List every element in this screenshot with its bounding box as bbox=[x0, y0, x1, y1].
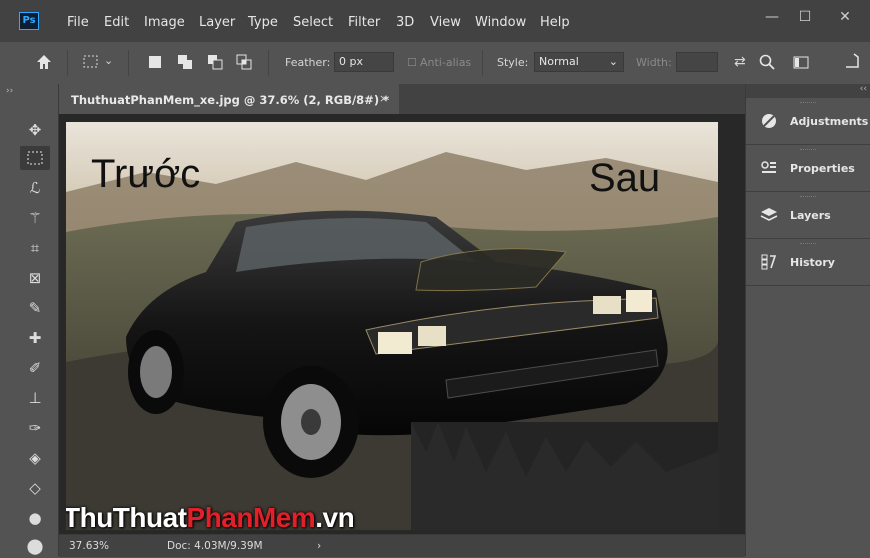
new-selection-icon[interactable] bbox=[146, 53, 164, 71]
options-bar: ⌄ Feather: 0 px ☐ Anti-alias Style: Norm… bbox=[0, 42, 870, 85]
panel-layers[interactable]: Layers bbox=[746, 192, 870, 239]
move-tool-icon[interactable]: ✥ bbox=[20, 118, 50, 142]
intersect-selection-icon[interactable] bbox=[235, 53, 253, 71]
eyedropper-tool-icon[interactable]: ✎ bbox=[20, 296, 50, 320]
expand-icon[interactable]: ›› bbox=[6, 86, 13, 96]
status-bar: 37.63% Doc: 4.03M/9.39M › bbox=[59, 534, 745, 557]
document-tab-strip: ThuthuatPhanMem_xe.jpg @ 37.6% (2, RGB/8… bbox=[59, 84, 745, 114]
style-select-value: Normal bbox=[539, 55, 579, 68]
adjustments-icon bbox=[762, 114, 776, 128]
swap-icon[interactable]: ⇄ bbox=[734, 54, 746, 70]
style-select[interactable]: Normal ⌄ bbox=[534, 52, 624, 72]
doc-size: Doc: 4.03M/9.39M bbox=[167, 540, 263, 552]
menu-select[interactable]: Select bbox=[293, 15, 333, 30]
tools-panel: ›› ✥ ℒ ⚚ ⌗ ⊠ ✎ ✚ ✐ ⊥ ✑ ◈ ◇ ● ⬤ bbox=[0, 84, 59, 556]
paint-bucket-tool-icon[interactable]: ◇ bbox=[20, 476, 50, 500]
document-image[interactable]: Trước Sau ThuThuatPhanMem.vn bbox=[66, 122, 718, 530]
grip bbox=[800, 243, 816, 246]
separator bbox=[482, 50, 483, 76]
share-icon[interactable] bbox=[843, 53, 861, 71]
history-icon bbox=[761, 254, 777, 270]
style-label: Style: bbox=[497, 56, 529, 69]
before-label: Trước bbox=[91, 152, 201, 196]
watermark: ThuThuatPhanMem.vn bbox=[66, 502, 355, 530]
antialias-label: Anti-alias bbox=[420, 56, 472, 69]
marquee-preset-icon[interactable] bbox=[82, 53, 100, 71]
brush-tool-icon[interactable]: ✐ bbox=[20, 356, 50, 380]
menu-file[interactable]: File bbox=[67, 15, 89, 30]
panel-adjustments[interactable]: Adjustments bbox=[746, 98, 870, 145]
menu-image[interactable]: Image bbox=[144, 15, 185, 30]
panel-dock: ‹‹ Adjustments Properties Layers History bbox=[745, 84, 870, 556]
panel-label: Properties bbox=[790, 162, 855, 175]
chevron-down-icon[interactable]: ⌄ bbox=[104, 54, 113, 67]
magic-wand-tool-icon[interactable]: ⚚ bbox=[20, 206, 50, 230]
panel-history[interactable]: History bbox=[746, 239, 870, 286]
layers-icon bbox=[760, 208, 778, 221]
width-input[interactable] bbox=[676, 52, 718, 72]
antialias-checkbox[interactable]: ☐ bbox=[407, 56, 417, 69]
zoom-level[interactable]: 37.63% bbox=[69, 540, 109, 552]
dodge-tool-icon[interactable]: ⬤ bbox=[20, 534, 50, 558]
menu-3d[interactable]: 3D bbox=[396, 15, 414, 30]
width-label: Width: bbox=[636, 56, 672, 69]
home-icon[interactable] bbox=[35, 53, 53, 71]
search-icon[interactable] bbox=[758, 53, 776, 71]
separator bbox=[67, 50, 68, 76]
workspace-icon[interactable] bbox=[792, 53, 810, 71]
menu-layer[interactable]: Layer bbox=[199, 15, 235, 30]
properties-icon bbox=[761, 161, 776, 173]
after-label: Sau bbox=[589, 156, 661, 200]
watermark-part: PhanMem bbox=[186, 502, 316, 530]
crop-tool-icon[interactable]: ⌗ bbox=[20, 236, 50, 260]
blur-tool-icon[interactable]: ● bbox=[20, 506, 50, 530]
menu-filter[interactable]: Filter bbox=[348, 15, 380, 30]
watermark-part: ThuThuat bbox=[66, 502, 187, 530]
dock-header[interactable]: ‹‹ bbox=[746, 84, 870, 98]
frame-tool-icon[interactable]: ⊠ bbox=[20, 266, 50, 290]
history-brush-tool-icon[interactable]: ✑ bbox=[20, 416, 50, 440]
app-logo: Ps bbox=[19, 12, 39, 30]
menu-bar: Ps File Edit Image Layer Type Select Fil… bbox=[0, 0, 870, 42]
grip bbox=[800, 149, 816, 152]
subtract-selection-icon[interactable] bbox=[206, 53, 224, 71]
grip bbox=[800, 102, 816, 105]
eraser-tool-icon[interactable]: ◈ bbox=[20, 446, 50, 470]
chevron-down-icon: ⌄ bbox=[608, 55, 618, 68]
minimize-button[interactable]: — bbox=[757, 6, 787, 28]
restore-button[interactable]: ☐ bbox=[790, 6, 820, 28]
watermark-part: .vn bbox=[315, 502, 355, 530]
add-selection-icon[interactable] bbox=[176, 53, 194, 71]
menu-view[interactable]: View bbox=[430, 15, 461, 30]
status-menu-arrow[interactable]: › bbox=[317, 540, 321, 552]
panel-properties[interactable]: Properties bbox=[746, 145, 870, 192]
document-tab-title: ThuthuatPhanMem_xe.jpg @ 37.6% (2, RGB/8… bbox=[71, 93, 390, 107]
collapse-icon[interactable]: ‹‹ bbox=[860, 84, 867, 94]
canvas-area[interactable]: Trước Sau ThuThuatPhanMem.vn bbox=[59, 114, 745, 534]
panel-label: Layers bbox=[790, 209, 831, 222]
panel-label: History bbox=[790, 256, 835, 269]
separator bbox=[128, 50, 129, 76]
close-icon[interactable]: × bbox=[379, 92, 388, 105]
lasso-tool-icon[interactable]: ℒ bbox=[20, 176, 50, 200]
feather-input[interactable]: 0 px bbox=[334, 52, 394, 72]
separator bbox=[268, 50, 269, 76]
grip bbox=[800, 196, 816, 199]
document-tab[interactable]: ThuthuatPhanMem_xe.jpg @ 37.6% (2, RGB/8… bbox=[59, 84, 399, 114]
menu-edit[interactable]: Edit bbox=[104, 15, 129, 30]
menu-help[interactable]: Help bbox=[540, 15, 570, 30]
healing-brush-tool-icon[interactable]: ✚ bbox=[20, 326, 50, 350]
close-window-button[interactable]: ✕ bbox=[830, 6, 860, 28]
menu-type[interactable]: Type bbox=[248, 15, 278, 30]
menu-window[interactable]: Window bbox=[475, 15, 526, 30]
panel-label: Adjustments bbox=[790, 115, 869, 128]
feather-label: Feather: bbox=[285, 56, 331, 69]
clone-stamp-tool-icon[interactable]: ⊥ bbox=[20, 386, 50, 410]
marquee-tool-icon[interactable] bbox=[20, 146, 50, 170]
